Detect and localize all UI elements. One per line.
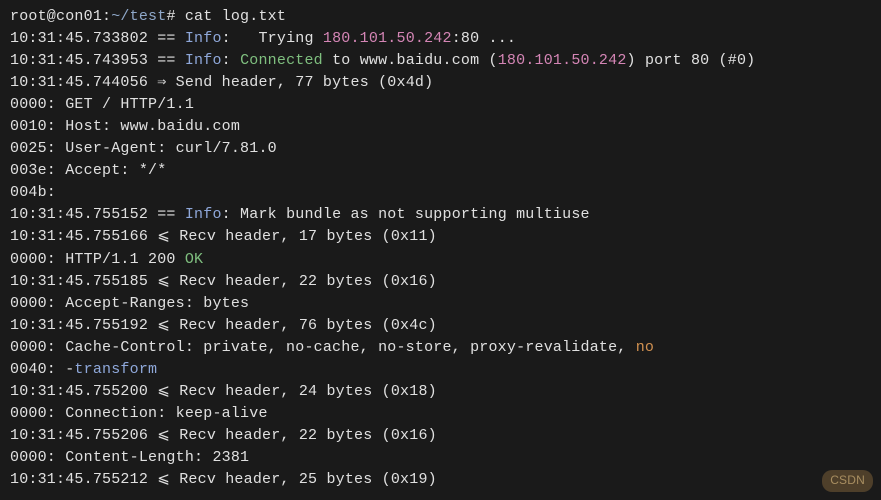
log-line: 10:31:45.755212 ⩽ Recv header, 25 bytes … [10,471,437,488]
log-line: 10:31:45.755152 == Info: Mark bundle as … [10,206,590,223]
log-line: 003e: Accept: */* [10,162,166,179]
log-line: 10:31:45.744056 ⇒ Send header, 77 bytes … [10,74,433,91]
log-line: 10:31:45.755192 ⩽ Recv header, 76 bytes … [10,317,437,334]
log-line: 10:31:45.743953 == Info: Connected to ww… [10,52,755,69]
log-line: 0025: User-Agent: curl/7.81.0 [10,140,277,157]
command-text: cat log.txt [185,8,286,25]
prompt-path: ~/test [111,8,166,25]
log-line: 0040: -transform [10,361,157,378]
log-line: 0010: Host: www.baidu.com [10,118,240,135]
log-line: 10:31:45.755166 ⩽ Recv header, 17 bytes … [10,228,437,245]
log-line: 0000: GET / HTTP/1.1 [10,96,194,113]
log-line: 0000: Content-Length: 2381 [10,449,249,466]
log-line: 10:31:45.755185 ⩽ Recv header, 22 bytes … [10,273,437,290]
log-line: 0000: Cache-Control: private, no-cache, … [10,339,654,356]
watermark-badge: CSDN [822,470,873,492]
log-line: 004b: [10,184,56,201]
log-line: 0000: Accept-Ranges: bytes [10,295,249,312]
prompt-symbol: # [166,8,175,25]
log-line: 0000: HTTP/1.1 200 OK [10,251,203,268]
log-line: 10:31:45.755206 ⩽ Recv header, 22 bytes … [10,427,437,444]
log-line: 0000: Connection: keep-alive [10,405,268,422]
log-line: 10:31:45.733802 == Info: Trying 180.101.… [10,30,516,47]
prompt-user: root@con01 [10,8,102,25]
log-line: 10:31:45.755200 ⩽ Recv header, 24 bytes … [10,383,437,400]
terminal-output: root@con01:~/test# cat log.txt 10:31:45.… [10,6,871,491]
